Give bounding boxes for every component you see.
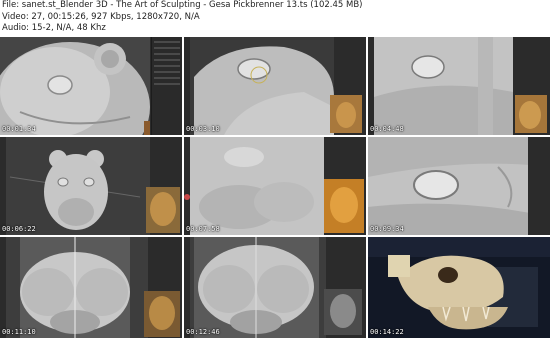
sculpt-viewport bbox=[184, 37, 366, 135]
thumbnail-7[interactable]: 00:11:10 bbox=[0, 237, 182, 338]
thumbnail-2[interactable]: 00:03:10 bbox=[184, 37, 366, 135]
sculpt-viewport bbox=[184, 237, 366, 338]
timestamp: 00:04:48 bbox=[370, 125, 404, 133]
properties-panel bbox=[151, 37, 182, 135]
sculpt-viewport bbox=[0, 237, 182, 338]
thumbnail-8[interactable]: 00:12:46 bbox=[184, 237, 366, 338]
timestamp: 00:01:34 bbox=[2, 125, 36, 133]
file-name-line: File: sanet.st_Blender 3D - The Art of S… bbox=[2, 0, 363, 10]
timestamp: 00:03:10 bbox=[186, 125, 220, 133]
thumbnail-6[interactable]: 00:09:34 bbox=[368, 137, 550, 235]
sculpt-viewport bbox=[368, 37, 550, 135]
skull-photo bbox=[368, 237, 550, 338]
file-info-header: File: sanet.st_Blender 3D - The Art of S… bbox=[2, 0, 548, 35]
thumbnail-4[interactable]: 00:06:22 bbox=[0, 137, 182, 235]
sculpt-viewport bbox=[0, 137, 182, 235]
sculpt-viewport bbox=[368, 137, 550, 235]
thumbnail-9[interactable]: 00:14:22 bbox=[368, 237, 550, 338]
timestamp: 00:09:34 bbox=[370, 225, 404, 233]
audio-info-line: Audio: 15-2, N/A, 48 Khz bbox=[2, 23, 106, 33]
video-info-line: Video: 27, 00:15:26, 927 Kbps, 1280x720,… bbox=[2, 11, 200, 22]
timestamp: 00:12:46 bbox=[186, 328, 220, 336]
thumbnail-grid: 00:01:34 00:03:10 00:04:48 00:06:22 00:0… bbox=[0, 37, 550, 338]
timestamp: 00:11:10 bbox=[2, 328, 36, 336]
timestamp: 00:07:58 bbox=[186, 225, 220, 233]
thumbnail-5[interactable]: 00:07:58 bbox=[184, 137, 366, 235]
sculpt-viewport bbox=[184, 137, 366, 235]
timestamp: 00:06:22 bbox=[2, 225, 36, 233]
thumbnail-3[interactable]: 00:04:48 bbox=[368, 37, 550, 135]
thumbnail-1[interactable]: 00:01:34 bbox=[0, 37, 182, 135]
timestamp: 00:14:22 bbox=[370, 328, 404, 336]
